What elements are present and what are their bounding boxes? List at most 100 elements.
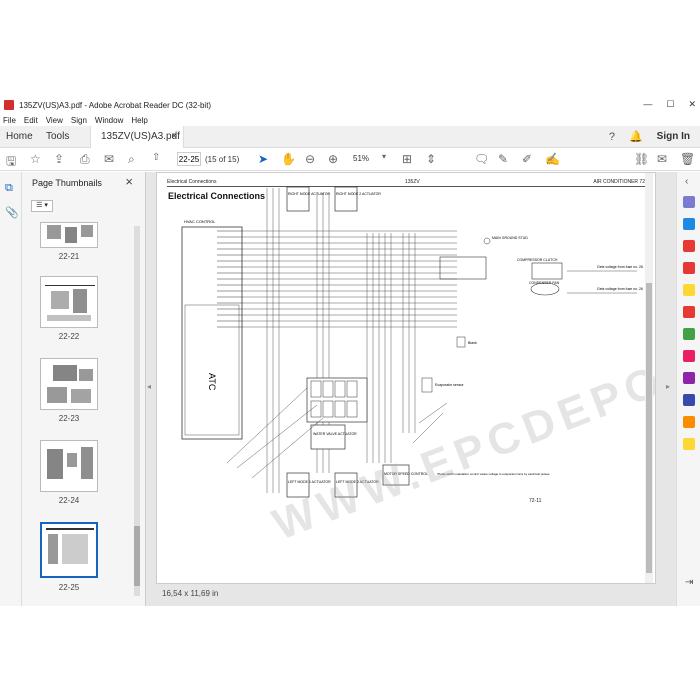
hvac-control-label: HVAC CONTROL	[184, 219, 216, 224]
left-mode2-actuator-label: LEFT MODE 2 ACTUATOR	[336, 480, 379, 484]
upload-icon[interactable]: ⇪	[54, 152, 64, 166]
previous-page-arrow-icon[interactable]: ◂	[147, 382, 151, 391]
page-count-label: (15 of 15)	[205, 155, 240, 164]
redact-icon[interactable]	[683, 350, 695, 362]
right-tools-rail: ‹ ⇥	[676, 172, 700, 606]
scroll-mode-icon[interactable]: ⇕	[426, 152, 436, 166]
main-ground-stud-label: MAIN GROUND STUD	[492, 236, 528, 240]
thumbnail-label: 22-24	[58, 496, 80, 505]
expand-panel-chevron-icon[interactable]: ‹	[685, 176, 688, 187]
menu-window[interactable]: Window	[95, 116, 123, 125]
menu-view[interactable]: View	[46, 116, 63, 125]
thumbnails-scrollbar[interactable]	[134, 226, 140, 596]
tab-home[interactable]: Home	[6, 126, 33, 148]
bookmark-star-icon[interactable]: ☆	[30, 152, 41, 166]
export-pdf-icon[interactable]	[683, 218, 695, 230]
condenser-fan-label: CONDENSER FAN	[529, 281, 560, 285]
page-thumbnails-icon[interactable]: ⧉	[5, 182, 13, 195]
edit-pdf-icon[interactable]	[683, 262, 695, 274]
water-valve-actuator-label: WATER VALVE ACTUATOR	[313, 432, 357, 436]
organize-pages-icon[interactable]	[683, 328, 695, 340]
zoom-out-icon[interactable]: ⊖	[305, 152, 315, 166]
close-window-button[interactable]: ✕	[688, 99, 696, 110]
hvac-control-box	[181, 226, 243, 440]
share-link-icon[interactable]: ⛓	[634, 152, 649, 166]
minimize-button[interactable]: —	[643, 99, 652, 110]
protect-icon[interactable]	[683, 372, 695, 384]
thumbnail-page-22-23[interactable]	[40, 358, 98, 410]
control-pins	[217, 230, 242, 328]
print-icon[interactable]: ⎙	[80, 152, 90, 167]
combine-files-icon[interactable]	[683, 306, 695, 318]
thumbnail-page-22-25-selected[interactable]	[40, 522, 98, 578]
thumbnail-options-icon[interactable]: ☰ ▾	[31, 200, 53, 212]
right-mode-actuator-box	[286, 186, 310, 212]
zoom-level-field[interactable]: 51%	[353, 152, 385, 166]
sign-in-button[interactable]: Sign In	[657, 131, 690, 142]
zoom-in-icon[interactable]: ⊕	[328, 152, 338, 166]
thumbnail-page-22-21[interactable]	[40, 222, 98, 248]
right-mode-actuator-label: RIGHT MODE ACTUATOR	[288, 192, 330, 196]
page-size-info: 16,54 x 11,69 in	[162, 589, 219, 598]
page-thumbnails-panel: Page Thumbnails × ☰ ▾ 22-21 22-22 22-23	[22, 172, 146, 606]
tab-document[interactable]: 135ZV(US)A3.pdf ×	[90, 126, 184, 148]
draw-icon[interactable]: ✐	[522, 152, 532, 166]
customize-tools-icon[interactable]: ⇥	[685, 577, 693, 588]
send-email-icon[interactable]: ✉	[657, 152, 667, 166]
zoom-dropdown-chevron-icon[interactable]: ▾	[382, 152, 386, 161]
close-tab-icon[interactable]: ×	[171, 126, 177, 148]
acrobat-app-icon	[4, 100, 14, 110]
blank-connector	[456, 336, 466, 348]
left-mode1-actuator-label: LEFT MODE 1 ACTUATOR	[288, 480, 331, 484]
left-mode1-actuator-box	[286, 472, 310, 498]
main-toolbar: 🖫 ☆ ⇪ ⎙ ✉ ⌕ ⇧ (15 of 15) ➤ ✋ ⊖ ⊕ 51% ▾ ⊞…	[0, 149, 700, 171]
select-cursor-icon[interactable]: ➤	[258, 152, 268, 166]
fill-sign-icon[interactable]: ✍	[545, 152, 560, 166]
fill-and-sign-icon[interactable]	[683, 394, 695, 406]
next-page-arrow-icon[interactable]: ▸	[666, 382, 670, 391]
comment-tool-icon[interactable]	[683, 284, 695, 296]
delete-icon[interactable]: 🗑	[680, 152, 695, 166]
thumbnail-label: 22-23	[58, 414, 80, 423]
search-icon[interactable]: ⌕	[128, 152, 135, 167]
compressor-clutch-box	[531, 262, 563, 280]
relay-block	[439, 256, 487, 280]
highlight-pen-icon[interactable]: ✎	[498, 152, 508, 166]
attachments-paperclip-icon[interactable]: 📎	[5, 206, 19, 219]
compressor-clutch-label: COMPRESSOR CLUTCH	[517, 258, 558, 262]
fit-page-icon[interactable]: ⊞	[402, 152, 412, 166]
thumbnail-page-22-22[interactable]	[40, 276, 98, 328]
help-icon[interactable]: ?	[609, 131, 615, 143]
menu-help[interactable]: Help	[131, 116, 147, 125]
create-pdf-icon[interactable]	[683, 240, 695, 252]
pdf-page: Electrical Connections 135ZV AIR CONDITI…	[156, 172, 656, 584]
search-tool-icon[interactable]	[683, 196, 695, 208]
save-icon[interactable]: 🖫	[6, 152, 16, 173]
right-mode2-actuator-label: RIGHT MODE 2 ACTUATOR	[336, 192, 381, 196]
main-ground-stud-symbol	[483, 237, 491, 245]
tab-bar: Home Tools 135ZV(US)A3.pdf × ? 🔔 Sign In	[0, 126, 700, 148]
more-tools-icon[interactable]	[683, 438, 695, 450]
page-number-input[interactable]	[177, 152, 201, 166]
fuse-note-2: Gets voltage from fuse no. 26	[597, 287, 643, 291]
wiring-diagram: ATC HVAC CONTROL RIGHT MODE ACTUATOR RIG…	[181, 186, 643, 498]
close-panel-icon[interactable]: ×	[125, 174, 133, 189]
document-scrollbar[interactable]	[645, 173, 653, 583]
maximize-button[interactable]: ☐	[666, 99, 674, 110]
right-mode2-actuator-box	[334, 186, 358, 212]
notifications-bell-icon[interactable]: 🔔	[629, 130, 643, 143]
previous-page-icon[interactable]: ⇧	[152, 152, 160, 163]
atc-module-box	[184, 304, 240, 436]
tab-tools[interactable]: Tools	[46, 126, 69, 148]
connector-block	[306, 377, 368, 423]
menu-sign[interactable]: Sign	[71, 116, 87, 125]
thumbnail-page-22-24[interactable]	[40, 440, 98, 492]
send-for-signature-icon[interactable]	[683, 416, 695, 428]
menu-edit[interactable]: Edit	[24, 116, 38, 125]
comment-icon[interactable]: 🗨	[474, 152, 489, 166]
thumbnail-label: 22-25	[58, 583, 80, 592]
email-icon[interactable]: ✉	[104, 152, 114, 166]
menu-file[interactable]: File	[3, 116, 16, 125]
hand-tool-icon[interactable]: ✋	[281, 152, 296, 166]
acrobat-window: 135ZV(US)A3.pdf - Adobe Acrobat Reader D…	[0, 96, 700, 606]
